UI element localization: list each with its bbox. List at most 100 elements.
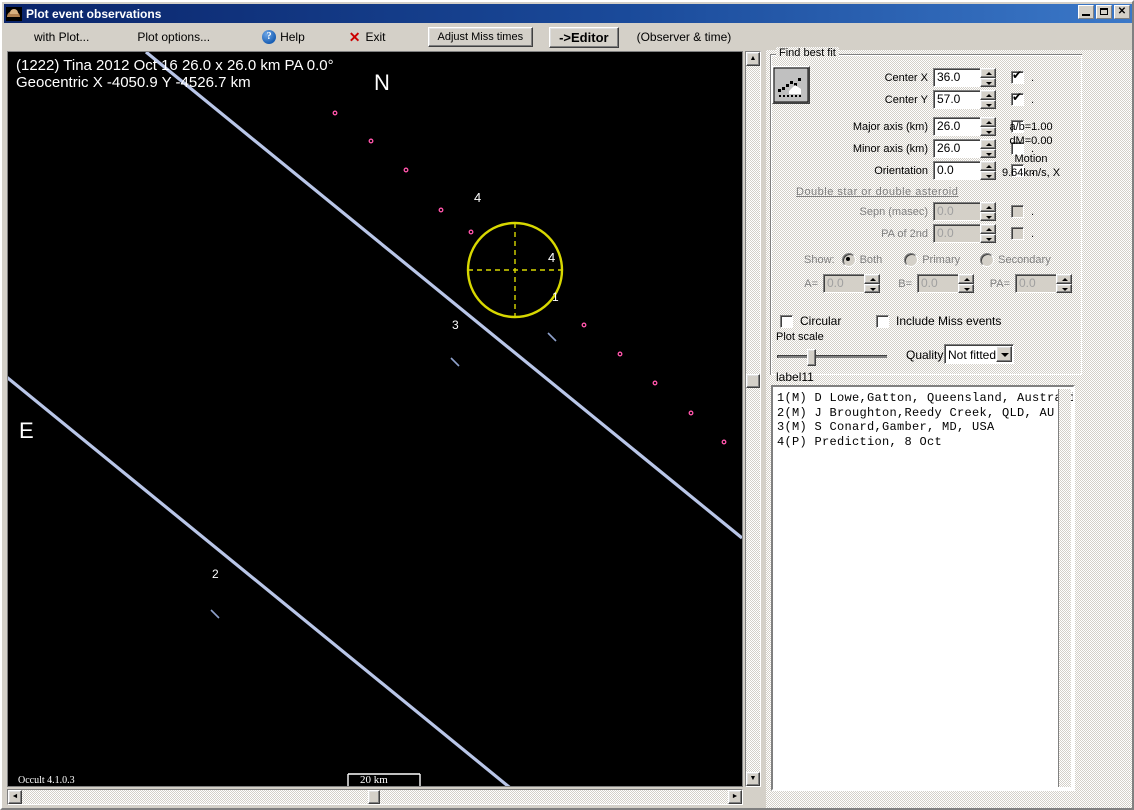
plot-scale-label: Plot scale bbox=[776, 331, 824, 343]
menu-with-plot[interactable]: with Plot... bbox=[28, 28, 95, 46]
plot-scroll-up-button[interactable]: ▲ bbox=[746, 52, 760, 66]
center-x-checkbox[interactable] bbox=[1011, 69, 1024, 84]
observations-scrollbar[interactable] bbox=[1058, 389, 1071, 787]
pa-label: PA= bbox=[989, 277, 1010, 290]
ellipse-label-bottom: 4 bbox=[548, 250, 556, 265]
major-axis-input[interactable]: 26.0 bbox=[933, 117, 981, 136]
adjust-miss-times-button[interactable]: Adjust Miss times bbox=[427, 27, 534, 47]
radio-secondary: Secondary bbox=[980, 252, 1051, 267]
plot-vertical-scrollbar[interactable]: ▲ ▼ bbox=[745, 51, 761, 787]
center-x-dot: . bbox=[1031, 71, 1035, 84]
center-y-spin-down[interactable] bbox=[980, 99, 996, 109]
center-y-input[interactable]: 57.0 bbox=[933, 90, 981, 109]
include-miss-checkbox-row[interactable]: Include Miss events bbox=[876, 314, 1001, 328]
motion-label: Motion bbox=[1014, 153, 1048, 165]
asteroid-icon bbox=[6, 6, 22, 21]
controls-panel: Find best fit Center X 36.0 ✔ . Center Y… bbox=[766, 47, 1132, 808]
motion-value: 9.64km/s, X bbox=[1001, 167, 1061, 179]
pa-spin-up bbox=[1056, 274, 1072, 284]
plot-scale-slider[interactable] bbox=[777, 348, 887, 366]
plot-vscroll-thumb[interactable] bbox=[746, 374, 760, 388]
plot-vscroll-track[interactable] bbox=[746, 52, 760, 786]
menu-plot-options[interactable]: Plot options... bbox=[131, 28, 216, 46]
b-label: B= bbox=[898, 277, 912, 290]
list-item[interactable]: 4(P) Prediction, 8 Oct bbox=[777, 435, 1071, 450]
center-x-spin-up[interactable] bbox=[980, 68, 996, 78]
minor-axis-label: Minor axis (km) bbox=[852, 142, 928, 155]
minor-axis-input[interactable]: 26.0 bbox=[933, 139, 981, 158]
radio-secondary-label: Secondary bbox=[998, 253, 1051, 266]
a-input: 0.0 bbox=[823, 274, 865, 293]
sepn-spin-up bbox=[980, 202, 996, 212]
editor-button[interactable]: ->Editor bbox=[549, 26, 619, 48]
ratio-ab: a/b=1.00 bbox=[1009, 121, 1053, 133]
major-axis-label: Major axis (km) bbox=[852, 120, 928, 133]
minimize-button[interactable] bbox=[1078, 5, 1094, 19]
plot-scale-track[interactable] bbox=[777, 355, 887, 358]
radio-primary-input bbox=[904, 252, 919, 267]
chord-label-1: 1 bbox=[552, 290, 559, 304]
plot-horizontal-scrollbar[interactable]: ◄ ► bbox=[7, 789, 743, 805]
menu-help[interactable]: ? Help bbox=[256, 28, 311, 46]
abpa-row: A= 0.0 B= 0.0 PA= 0.0 bbox=[800, 274, 1090, 293]
find-best-fit-button[interactable] bbox=[772, 66, 810, 104]
find-best-fit-legend: Find best fit bbox=[776, 47, 839, 59]
plot-hscroll-thumb[interactable] bbox=[368, 790, 380, 804]
radio-both-label: Both bbox=[859, 253, 883, 266]
close-button[interactable]: ✕ bbox=[1114, 5, 1130, 19]
include-miss-checkbox[interactable] bbox=[876, 314, 889, 328]
plot-scroll-left-button[interactable]: ◄ bbox=[8, 790, 22, 804]
orientation-input[interactable]: 0.0 bbox=[933, 161, 981, 180]
plot-scroll-down-button[interactable]: ▼ bbox=[746, 772, 760, 786]
sepn-spinner: 0.0 bbox=[933, 202, 996, 221]
plot-scroll-right-button[interactable]: ► bbox=[728, 790, 742, 804]
double-star-header: Double star or double asteroid bbox=[796, 186, 959, 198]
list-item[interactable]: 1(M) D Lowe,Gatton, Queensland, Australi… bbox=[777, 391, 1073, 406]
list-item[interactable]: 2(M) J Broughton,Reedy Creek, QLD, AU bbox=[777, 406, 1071, 421]
delta-m: dM=0.00 bbox=[1009, 135, 1053, 147]
plot-scale-thumb[interactable] bbox=[807, 349, 816, 366]
center-y-dot: . bbox=[1031, 93, 1035, 106]
field-row-pa-2nd: PA of 2nd 0.0 . bbox=[788, 224, 1068, 243]
radio-primary: Primary bbox=[904, 252, 961, 267]
chord-label-3: 3 bbox=[452, 318, 459, 332]
radio-primary-label: Primary bbox=[922, 253, 961, 266]
radio-secondary-input bbox=[980, 252, 995, 267]
field-row-sepn: Sepn (masec) 0.0 . bbox=[788, 202, 1068, 221]
observations-listbox[interactable]: 1(M) D Lowe,Gatton, Queensland, Australi… bbox=[771, 385, 1075, 791]
quality-select[interactable]: Not fitted bbox=[944, 344, 1014, 364]
center-x-input[interactable]: 36.0 bbox=[933, 68, 981, 87]
radio-both: Both bbox=[841, 252, 883, 267]
sepn-spin-down bbox=[980, 211, 996, 221]
a-spin-down bbox=[864, 283, 880, 293]
circular-checkbox[interactable] bbox=[780, 314, 793, 328]
pa-spin-down bbox=[1056, 283, 1072, 293]
show-radio-group: Show: Both Primary Secondary bbox=[804, 250, 1074, 269]
sepn-checkbox bbox=[1011, 205, 1024, 218]
maximize-button[interactable] bbox=[1096, 5, 1112, 19]
chevron-down-icon[interactable] bbox=[996, 346, 1012, 362]
center-x-spinner[interactable]: 36.0 bbox=[933, 68, 996, 87]
menu-exit[interactable]: ✕ Exit bbox=[343, 28, 392, 46]
field-row-center-x: Center X 36.0 . bbox=[818, 68, 1068, 87]
pa-spinner: 0.0 bbox=[1015, 274, 1072, 293]
north-label: N bbox=[374, 70, 390, 95]
help-icon: ? bbox=[262, 30, 277, 44]
quality-value: Not fitted bbox=[948, 348, 997, 362]
window-controls: ✕ bbox=[1078, 5, 1130, 19]
a-spinner: 0.0 bbox=[823, 274, 880, 293]
circular-checkbox-row[interactable]: Circular bbox=[780, 314, 841, 328]
plot-canvas-container[interactable]: (1222) Tina 2012 Oct 16 26.0 x 26.0 km P… bbox=[7, 51, 743, 787]
scale-bar-label: 20 km bbox=[360, 774, 388, 786]
center-y-label: Center Y bbox=[884, 93, 928, 106]
center-x-spin-down[interactable] bbox=[980, 77, 996, 87]
b-spin-up bbox=[958, 274, 974, 284]
center-y-checkbox[interactable] bbox=[1011, 91, 1024, 106]
radio-both-input bbox=[841, 252, 856, 267]
plot-panel: (1222) Tina 2012 Oct 16 26.0 x 26.0 km P… bbox=[6, 50, 761, 806]
center-y-spin-up[interactable] bbox=[980, 90, 996, 100]
plot-title-line1: (1222) Tina 2012 Oct 16 26.0 x 26.0 km P… bbox=[16, 57, 334, 74]
list-item[interactable]: 3(M) S Conard,Gamber, MD, USA bbox=[777, 420, 1071, 435]
center-y-spinner[interactable]: 57.0 bbox=[933, 90, 996, 109]
close-x-icon: ✕ bbox=[348, 29, 361, 45]
